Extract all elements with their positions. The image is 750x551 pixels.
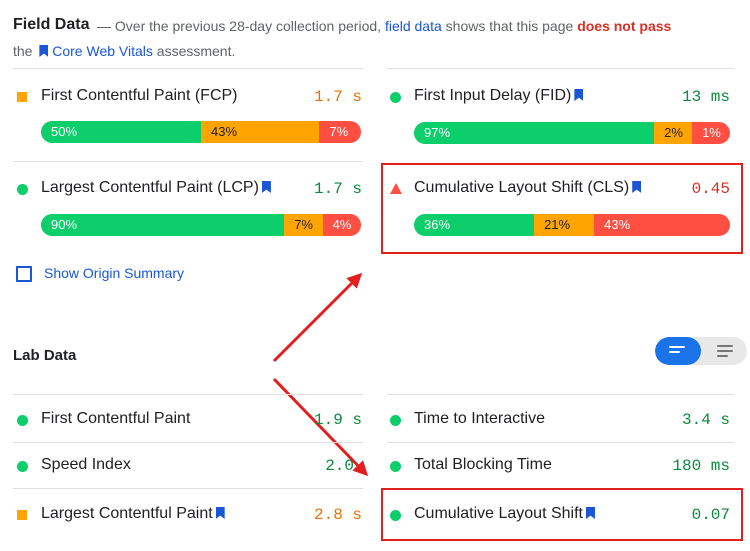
toggle-list-view[interactable] xyxy=(701,337,747,365)
good-dot-icon xyxy=(390,461,401,472)
lab-metric-label-tbt: Total Blocking Time xyxy=(414,456,552,473)
lab-metric-label-cls: Cumulative Layout Shift xyxy=(414,505,595,523)
average-square-icon xyxy=(17,510,27,520)
lab-metric-label-tti: Time to Interactive xyxy=(414,410,546,427)
lab-metric-value-lcp: 2.8 s xyxy=(313,506,362,524)
good-dot-icon xyxy=(17,461,28,472)
lab-metric-label-speed-index: Speed Index xyxy=(41,456,131,473)
lab-metric-value-tbt: 180 ms xyxy=(672,457,730,475)
divider xyxy=(13,488,363,489)
divider xyxy=(13,442,363,443)
bookmark-icon[interactable] xyxy=(215,507,225,519)
lab-metric-label-fcp: First Contentful Paint xyxy=(41,410,191,427)
lab-data-title: Lab Data xyxy=(13,347,77,364)
bookmark-icon[interactable] xyxy=(585,507,595,519)
view-toggle[interactable] xyxy=(655,337,747,365)
divider xyxy=(387,442,734,443)
divider xyxy=(13,394,363,395)
lab-metric-label-lcp: Largest Contentful Paint xyxy=(41,505,225,523)
lab-metric-value-cls: 0.07 xyxy=(691,506,730,524)
arrow-to-field-cls xyxy=(272,272,363,363)
lab-metric-label-cls-text: Cumulative Layout Shift xyxy=(414,505,583,522)
toggle-summary-view[interactable] xyxy=(655,337,701,365)
good-dot-icon xyxy=(390,510,401,521)
lab-metric-value-tti: 3.4 s xyxy=(681,411,730,429)
lab-metric-value-speed-index: 2.0 xyxy=(325,457,354,475)
good-dot-icon xyxy=(17,415,28,426)
lab-metric-label-lcp-text: Largest Contentful Paint xyxy=(41,505,213,522)
lab-metric-value-fcp: 1.9 s xyxy=(313,411,362,429)
good-dot-icon xyxy=(390,415,401,426)
divider xyxy=(387,394,734,395)
